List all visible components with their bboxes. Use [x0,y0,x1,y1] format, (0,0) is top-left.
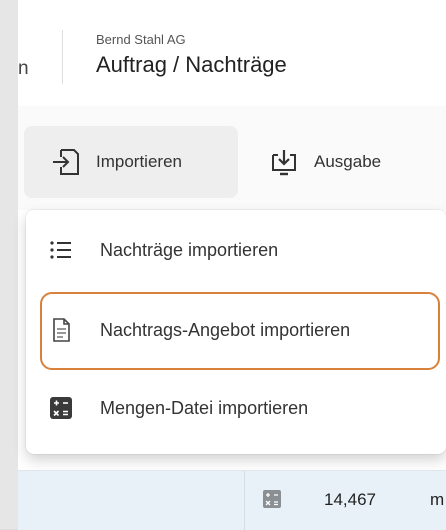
toolbar: Importieren Ausgabe [18,106,446,210]
table-row[interactable]: 14,467 m [18,470,446,530]
header-divider [62,30,63,84]
menu-item-mengen-datei-importieren[interactable]: Mengen-Datei importieren [26,378,446,438]
menu-item-label: Nachtrags-Angebot importieren [100,319,351,340]
background-panel [0,0,18,529]
document-icon [53,318,70,342]
previous-breadcrumb-fragment[interactable]: n [18,58,29,80]
menu-item-label: Mengen-Datei importieren [100,397,309,418]
menu-item-nachtraege-importieren[interactable]: Nachträge importieren [26,220,446,280]
import-button-label: Importieren [96,152,182,171]
list-icon [50,241,71,259]
quantity-value: 14,467 [324,490,376,509]
import-dropdown-menu: Nachträge importieren Nachtrags-Angebot … [26,210,446,454]
app-window: n Bernd Stahl AG Auftrag / Nachträge Imp… [18,0,446,530]
company-name: Bernd Stahl AG [96,32,186,47]
page-title: Auftrag / Nachträge [96,52,287,77]
unit-value: m [430,490,445,509]
calculator-icon [50,397,72,419]
output-button[interactable]: Ausgabe [254,126,404,198]
cell-divider [244,471,245,530]
menu-item-nachtrags-angebot-importieren[interactable]: Nachtrags-Angebot importieren [26,300,446,360]
import-icon [53,149,79,175]
calculator-icon[interactable] [262,489,282,509]
header: n Bernd Stahl AG Auftrag / Nachträge [18,0,446,107]
import-button[interactable]: Importieren [24,126,238,198]
output-button-label: Ausgabe [314,152,382,171]
menu-item-label: Nachträge importieren [100,239,279,260]
download-icon [272,150,296,176]
